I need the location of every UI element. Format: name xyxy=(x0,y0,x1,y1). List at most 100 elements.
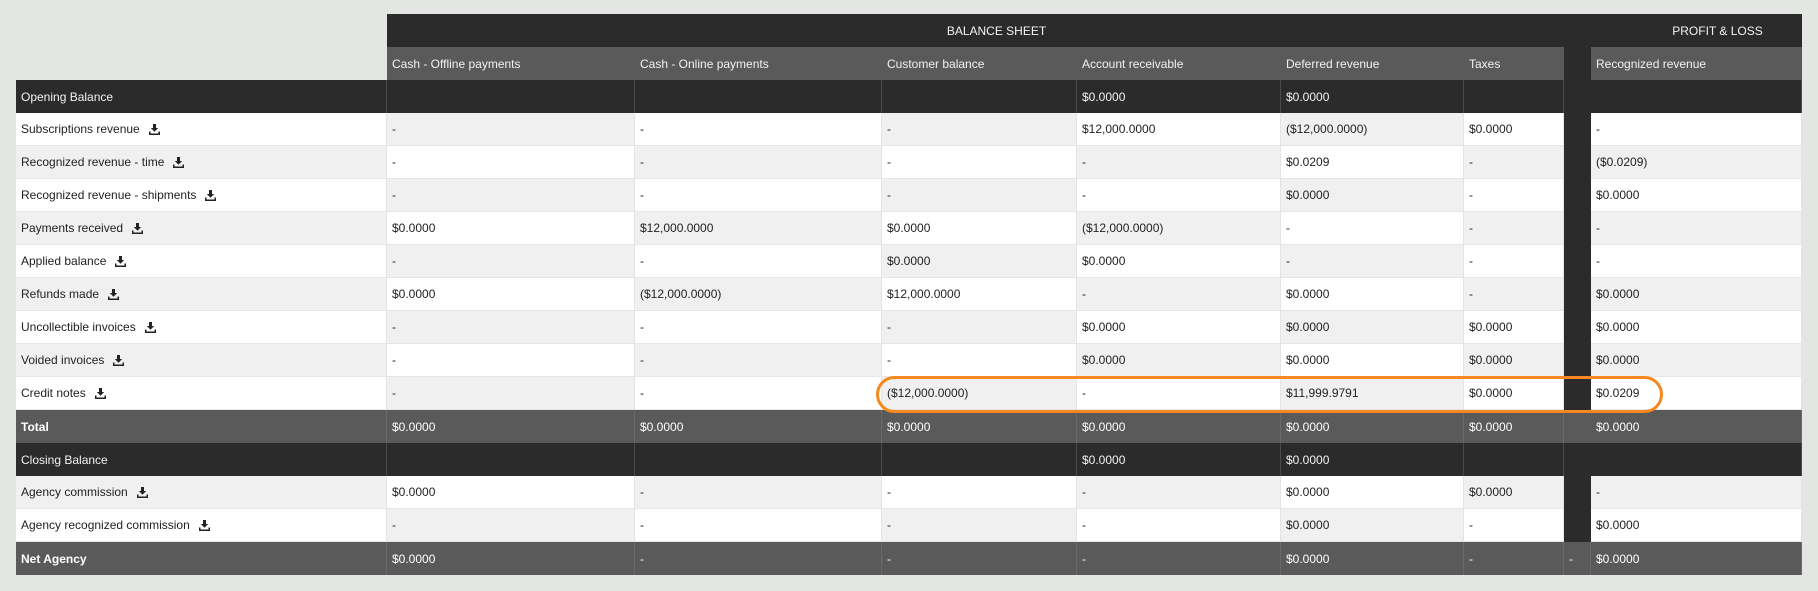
cell-account-receivable: $0.0000 xyxy=(1077,80,1281,113)
balance-sheet-group-header: BALANCE SHEET xyxy=(387,14,1606,47)
download-icon[interactable] xyxy=(136,486,148,498)
download-icon[interactable] xyxy=(94,387,106,399)
cell-recognized-revenue: $0.0000 xyxy=(1591,179,1802,212)
row-label-uncollectible-invoices: Uncollectible invoices xyxy=(16,311,387,344)
row-label-payments-received: Payments received xyxy=(16,212,387,245)
row-label-text: Closing Balance xyxy=(21,452,108,467)
download-icon[interactable] xyxy=(113,354,125,366)
separator-cell xyxy=(1564,278,1591,311)
cell-recognized-revenue: - xyxy=(1591,212,1802,245)
table-row: Agency commission $0.0000- - - $0.0000 $0.000… xyxy=(16,476,1802,509)
table-row: Total $0.0000 $0.0000 $0.0000 $0.0000 $0.0000… xyxy=(16,410,1802,443)
cell-cash-online: - xyxy=(635,146,882,179)
cell-taxes: $0.0000 xyxy=(1464,410,1564,443)
download-icon[interactable] xyxy=(205,189,217,201)
cell-customer-balance: $0.0000 xyxy=(882,212,1077,245)
row-label-recognized-revenue-shipments: Recognized revenue - shipments xyxy=(16,179,387,212)
cell-taxes: - xyxy=(1464,179,1564,212)
cell-cash-online: - xyxy=(635,311,882,344)
cell-cash-offline: - xyxy=(387,311,635,344)
row-label-text: Opening Balance xyxy=(21,89,114,104)
download-icon[interactable] xyxy=(108,288,120,300)
download-icon[interactable] xyxy=(173,156,185,168)
cell-account-receivable: $0.0000 xyxy=(1077,410,1281,443)
cell-cash-online: ($12,000.0000) xyxy=(635,278,882,311)
cell-cash-offline: - xyxy=(387,179,635,212)
row-label-text: Agency recognized commission xyxy=(21,518,190,532)
separator-cell xyxy=(1564,410,1591,443)
cell-deferred-revenue: $0.0000 xyxy=(1281,311,1464,344)
row-label-text: Subscriptions revenue xyxy=(21,122,140,136)
download-icon[interactable] xyxy=(148,123,160,135)
cell-account-receivable: - xyxy=(1077,179,1281,212)
table-row: Uncollectible invoices - - - $0.0000 $0.0000 $… xyxy=(16,311,1802,344)
cell-recognized-revenue: - xyxy=(1591,113,1802,146)
column-header-recognized-revenue: Recognized revenue xyxy=(1591,47,1802,80)
download-icon[interactable] xyxy=(144,321,156,333)
row-label-agency-recognized-commission: Agency recognized commission xyxy=(16,509,387,542)
cell-cash-offline: - xyxy=(387,113,635,146)
cell-cash-offline: - xyxy=(387,344,635,377)
cell-customer-balance: - xyxy=(882,476,1077,509)
cell-deferred-revenue: - xyxy=(1281,245,1464,278)
cell-cash-offline: - xyxy=(387,509,635,542)
cell-taxes: $0.0000 xyxy=(1464,311,1564,344)
cell-cash-offline xyxy=(387,443,635,476)
download-icon[interactable] xyxy=(115,255,127,267)
cell-customer-balance: $12,000.0000 xyxy=(882,278,1077,311)
cell-taxes: $0.0000 xyxy=(1464,344,1564,377)
header-separator xyxy=(1564,47,1591,80)
cell-deferred-revenue: $0.0000 xyxy=(1281,344,1464,377)
column-header-cash-online: Cash - Online payments xyxy=(635,47,882,80)
cell-recognized-revenue xyxy=(1591,443,1802,476)
download-icon[interactable] xyxy=(198,519,210,531)
cell-cash-online xyxy=(635,443,882,476)
row-label-total: Total xyxy=(16,410,387,443)
cell-cash-online: - xyxy=(635,542,882,575)
group-separator xyxy=(1606,14,1633,47)
cell-customer-balance: ($12,000.0000) xyxy=(882,377,1077,410)
cell-cash-offline: $0.0000 xyxy=(387,410,635,443)
cell-account-receivable: - xyxy=(1077,509,1281,542)
cell-account-receivable: - xyxy=(1077,278,1281,311)
cell-recognized-revenue: $0.0000 xyxy=(1591,542,1802,575)
column-header-customer-balance: Customer balance xyxy=(882,47,1077,80)
cell-taxes: - xyxy=(1464,278,1564,311)
cell-customer-balance: - xyxy=(882,146,1077,179)
cell-taxes: - xyxy=(1464,212,1564,245)
cell-cash-online: - xyxy=(635,476,882,509)
row-label-text: Recognized revenue - time xyxy=(21,155,165,169)
row-label-text: Voided invoices xyxy=(21,353,105,367)
cell-customer-balance: - xyxy=(882,509,1077,542)
cell-taxes: - xyxy=(1464,245,1564,278)
cell-customer-balance: - xyxy=(882,344,1077,377)
cell-deferred-revenue: $0.0000 xyxy=(1281,410,1464,443)
cell-deferred-revenue: $0.0000 xyxy=(1281,443,1464,476)
row-label-text: Agency commission xyxy=(21,485,128,499)
cell-deferred-revenue: - xyxy=(1281,212,1464,245)
download-icon[interactable] xyxy=(132,222,144,234)
cell-cash-offline: - xyxy=(387,146,635,179)
table-row: Credit notes - - ($12,000.0000) - $11,999.979… xyxy=(16,377,1802,410)
separator-cell xyxy=(1564,377,1591,410)
row-label-closing-balance: Closing Balance xyxy=(16,443,387,476)
cell-cash-online: - xyxy=(635,179,882,212)
cell-cash-offline: - xyxy=(387,245,635,278)
cell-account-receivable: - xyxy=(1077,146,1281,179)
cell-cash-offline: - xyxy=(387,377,635,410)
cell-cash-offline: $0.0000 xyxy=(387,476,635,509)
row-label-voided-invoices: Voided invoices xyxy=(16,344,387,377)
revenue-report-table: BALANCE SHEET PROFIT & LOSS Cash - Offli… xyxy=(16,14,1802,575)
cell-customer-balance: $0.0000 xyxy=(882,410,1077,443)
separator-cell xyxy=(1564,443,1591,476)
table-row: Net Agency $0.0000- - - $0.0000- - $0.0000 xyxy=(16,542,1802,575)
cell-cash-offline: $0.0000 xyxy=(387,542,635,575)
separator-cell xyxy=(1564,80,1591,113)
cell-customer-balance: - xyxy=(882,179,1077,212)
cell-recognized-revenue: - xyxy=(1591,245,1802,278)
table-row: Payments received $0.0000 $12,000.0000 $0.0… xyxy=(16,212,1802,245)
cell-deferred-revenue: $0.0000 xyxy=(1281,509,1464,542)
cell-recognized-revenue: $0.0000 xyxy=(1591,410,1802,443)
separator-cell xyxy=(1564,212,1591,245)
row-label-applied-balance: Applied balance xyxy=(16,245,387,278)
